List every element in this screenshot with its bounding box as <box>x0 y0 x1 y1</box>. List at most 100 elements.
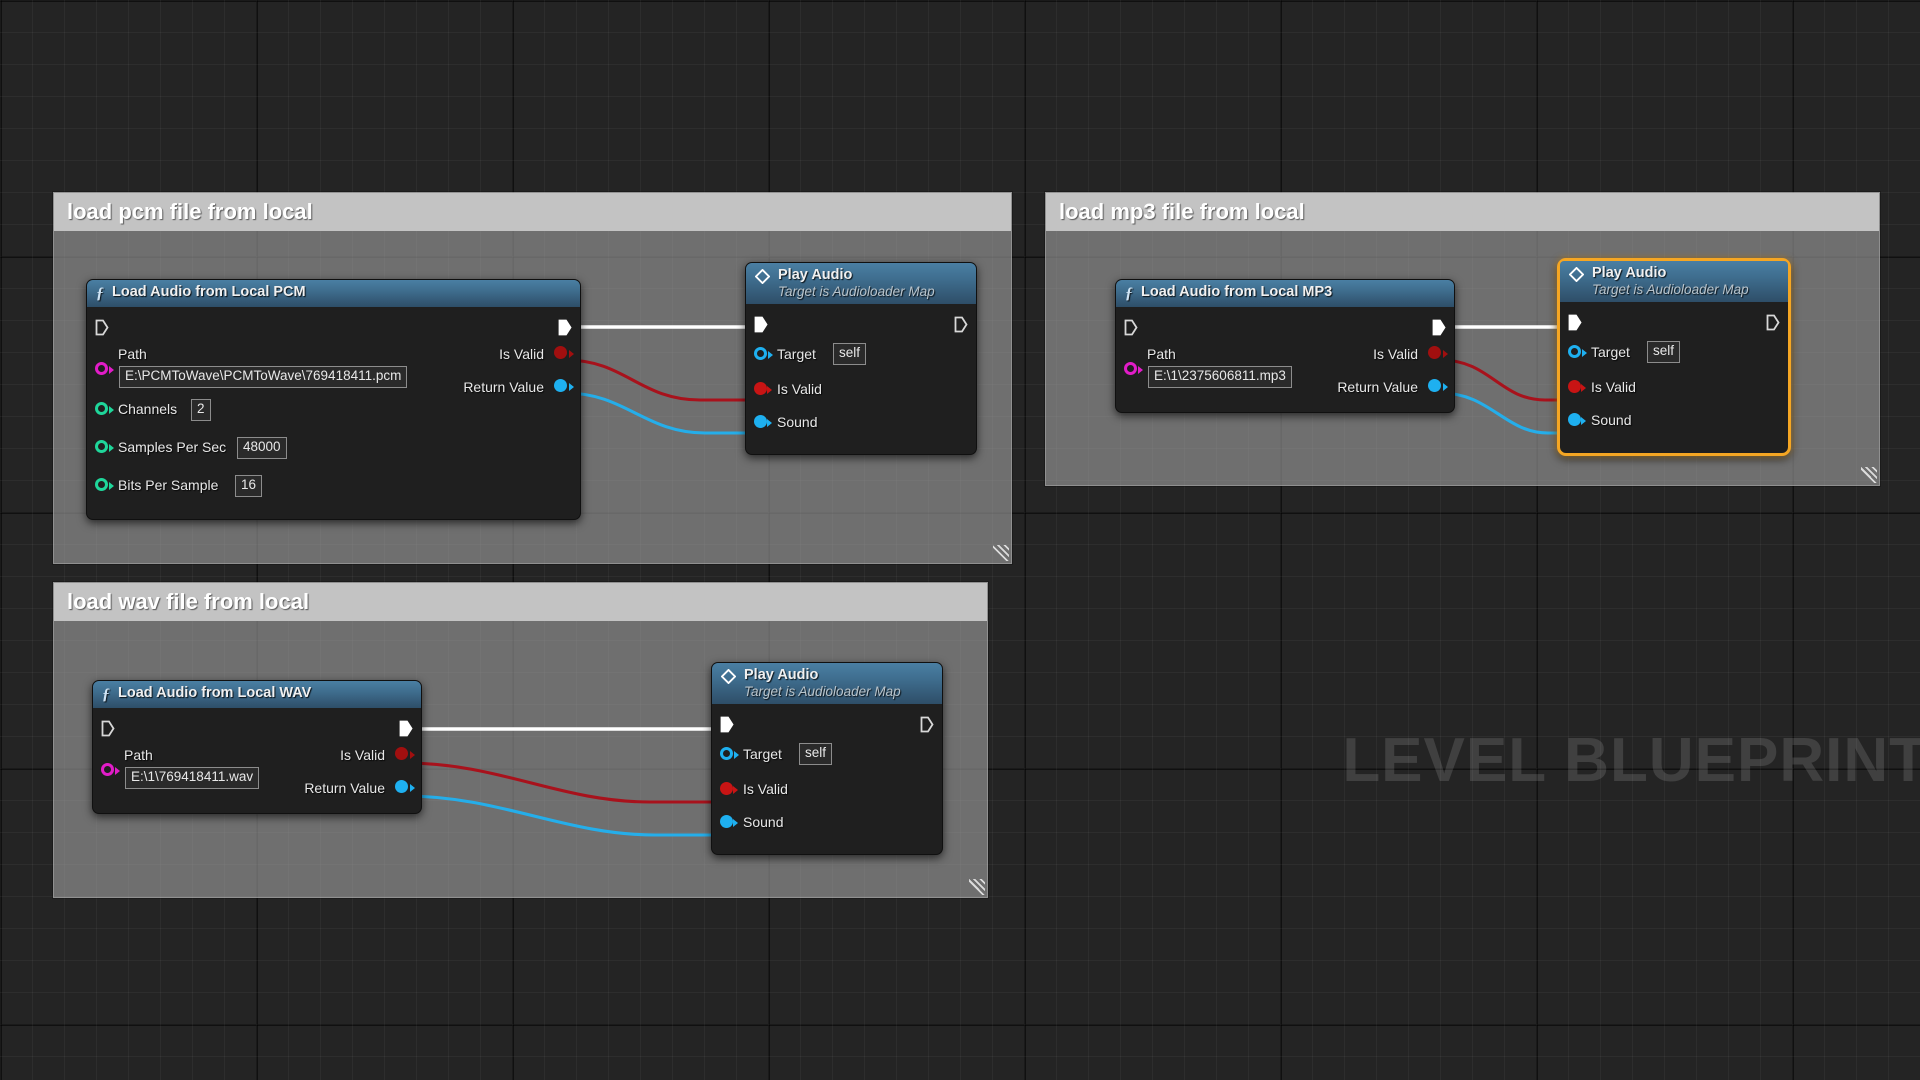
pin-label-target: Target <box>1591 344 1630 361</box>
bool-pin-is-valid[interactable] <box>720 782 733 796</box>
bool-pin-arrow <box>733 786 738 795</box>
object-pin-sound[interactable] <box>754 415 767 429</box>
target-value-field[interactable]: self <box>1647 341 1681 364</box>
pin-row-target: Target self <box>1560 340 1788 376</box>
comment-title-mp3[interactable]: load mp3 file from local <box>1046 193 1879 231</box>
exec-output-pin[interactable] <box>1432 319 1446 336</box>
exec-row <box>87 315 580 341</box>
string-pin-path[interactable] <box>95 362 108 375</box>
node-title: Load Audio from Local WAV <box>118 685 312 701</box>
exec-output-pin[interactable] <box>954 316 968 333</box>
node-header-load-mp3[interactable]: ƒ Load Audio from Local MP3 <box>1116 280 1454 307</box>
exec-row <box>746 312 976 342</box>
object-pin-sound[interactable] <box>1568 413 1581 427</box>
path-value-field[interactable]: E:\1\2375606811.mp3 <box>1148 366 1292 388</box>
pin-label-samples-per-sec: Samples Per Sec <box>118 439 227 455</box>
exec-input-pin[interactable] <box>1568 314 1582 331</box>
int-pin-channels[interactable] <box>95 402 108 415</box>
pin-label-is-valid: Is Valid <box>743 781 788 798</box>
node-header-play-audio-mp3[interactable]: Play Audio Target is Audioloader Map <box>1560 261 1788 303</box>
object-pin-return-value[interactable] <box>395 780 408 793</box>
bool-pin-arrow <box>1581 384 1586 393</box>
comment-title-pcm[interactable]: load pcm file from local <box>54 193 1011 231</box>
int-pin-arrow <box>109 482 114 490</box>
object-pin-target[interactable] <box>1568 345 1581 359</box>
string-pin-path[interactable] <box>1124 362 1137 375</box>
pin-row-samples-per-sec: Samples Per Sec 48000 <box>87 435 580 473</box>
node-play-audio-mp3[interactable]: Play Audio Target is Audioloader Map Tar… <box>1557 258 1791 456</box>
object-pin-target[interactable] <box>754 347 767 361</box>
pin-row-path: Path E:\PCMToWave\PCMToWave\769418411.pc… <box>87 341 580 397</box>
bool-pin-is-valid[interactable] <box>1568 380 1581 394</box>
pin-label-sound: Sound <box>777 414 818 431</box>
comment-resize-handle-wav[interactable] <box>969 879 985 895</box>
string-pin-arrow <box>109 366 114 374</box>
string-pin-arrow <box>115 767 120 775</box>
target-value-field[interactable]: self <box>833 343 867 366</box>
exec-output-pin[interactable] <box>558 319 572 336</box>
bits-per-sample-value-field[interactable]: 16 <box>235 475 263 497</box>
string-pin-path[interactable] <box>101 763 114 776</box>
pin-label-return-value: Return Value <box>304 780 385 796</box>
node-play-audio-wav[interactable]: Play Audio Target is Audioloader Map Tar… <box>711 662 943 855</box>
exec-output-pin[interactable] <box>920 716 934 733</box>
pin-label-is-valid-out: Is Valid <box>499 346 544 362</box>
exec-input-pin[interactable] <box>720 716 734 733</box>
pin-row-bits-per-sample: Bits Per Sample 16 <box>87 473 580 509</box>
exec-input-pin[interactable] <box>1124 319 1138 336</box>
node-body-play-audio-mp3: Target self Is Valid Sound <box>1560 302 1788 450</box>
int-pin-bits-per-sample[interactable] <box>95 478 108 491</box>
pin-label-sound: Sound <box>1591 412 1632 429</box>
object-pin-return-value[interactable] <box>554 379 567 392</box>
function-icon: ƒ <box>1125 285 1133 302</box>
node-body-play-audio-pcm: Target self Is Valid Sound <box>746 304 976 452</box>
node-play-audio-pcm[interactable]: Play Audio Target is Audioloader Map Tar… <box>745 262 977 455</box>
node-title: Play Audio <box>1592 265 1667 281</box>
node-header-play-audio-pcm[interactable]: Play Audio Target is Audioloader Map <box>746 263 976 305</box>
pin-label-path: Path <box>118 346 147 362</box>
pin-label-is-valid: Is Valid <box>777 381 822 398</box>
comment-resize-handle-mp3[interactable] <box>1861 467 1877 483</box>
function-icon: ƒ <box>96 285 104 302</box>
path-value-field[interactable]: E:\1\769418411.wav <box>125 767 260 789</box>
comment-title-wav[interactable]: load wav file from local <box>54 583 987 621</box>
object-pin-arrow <box>734 751 739 760</box>
comment-resize-handle-pcm[interactable] <box>993 545 1009 561</box>
exec-output-pin[interactable] <box>1766 314 1780 331</box>
node-header-load-pcm[interactable]: ƒ Load Audio from Local PCM <box>87 280 580 307</box>
string-pin-arrow <box>1138 366 1143 374</box>
channels-value-field[interactable]: 2 <box>191 399 211 421</box>
samples-per-sec-value-field[interactable]: 48000 <box>237 437 287 459</box>
bool-pin-is-valid[interactable] <box>754 382 767 396</box>
pin-row-target: Target self <box>746 342 976 378</box>
node-header-load-wav[interactable]: ƒ Load Audio from Local WAV <box>93 681 421 708</box>
bool-pin-is-valid[interactable] <box>554 346 567 359</box>
object-pin-sound[interactable] <box>720 815 733 829</box>
object-pin-arrow <box>410 784 415 792</box>
target-value-field[interactable]: self <box>799 743 833 766</box>
node-load-audio-from-local-wav[interactable]: ƒ Load Audio from Local WAV Path E:\1\76… <box>92 680 422 814</box>
pin-row-path: Path E:\1\2375606811.mp3 Is Valid Return… <box>1116 341 1454 399</box>
exec-input-pin[interactable] <box>95 319 109 336</box>
pin-row-is-valid: Is Valid <box>746 378 976 411</box>
bool-pin-is-valid[interactable] <box>395 747 408 760</box>
node-load-audio-from-local-pcm[interactable]: ƒ Load Audio from Local PCM Path E:\PCMT <box>86 279 581 520</box>
pin-label-return-value: Return Value <box>1337 379 1418 395</box>
object-pin-return-value[interactable] <box>1428 379 1441 392</box>
bool-pin-is-valid[interactable] <box>1428 346 1441 359</box>
int-pin-samples-per-sec[interactable] <box>95 440 108 453</box>
diamond-icon <box>721 669 736 684</box>
path-value-field[interactable]: E:\PCMToWave\PCMToWave\769418411.pcm <box>119 366 408 388</box>
bool-pin-arrow <box>767 386 772 395</box>
exec-row <box>1560 310 1788 340</box>
node-body-play-audio-wav: Target self Is Valid Sound <box>712 704 942 852</box>
exec-input-pin[interactable] <box>101 720 115 737</box>
exec-output-pin[interactable] <box>399 720 413 737</box>
object-pin-arrow <box>1582 349 1587 358</box>
object-pin-target[interactable] <box>720 747 733 761</box>
object-pin-arrow <box>1581 417 1586 426</box>
node-header-play-audio-wav[interactable]: Play Audio Target is Audioloader Map <box>712 663 942 705</box>
blueprint-graph-canvas[interactable]: LEVEL BLUEPRINT load pcm file from local… <box>0 0 1920 1080</box>
exec-input-pin[interactable] <box>754 316 768 333</box>
node-load-audio-from-local-mp3[interactable]: ƒ Load Audio from Local MP3 Path E:\1\23… <box>1115 279 1455 413</box>
